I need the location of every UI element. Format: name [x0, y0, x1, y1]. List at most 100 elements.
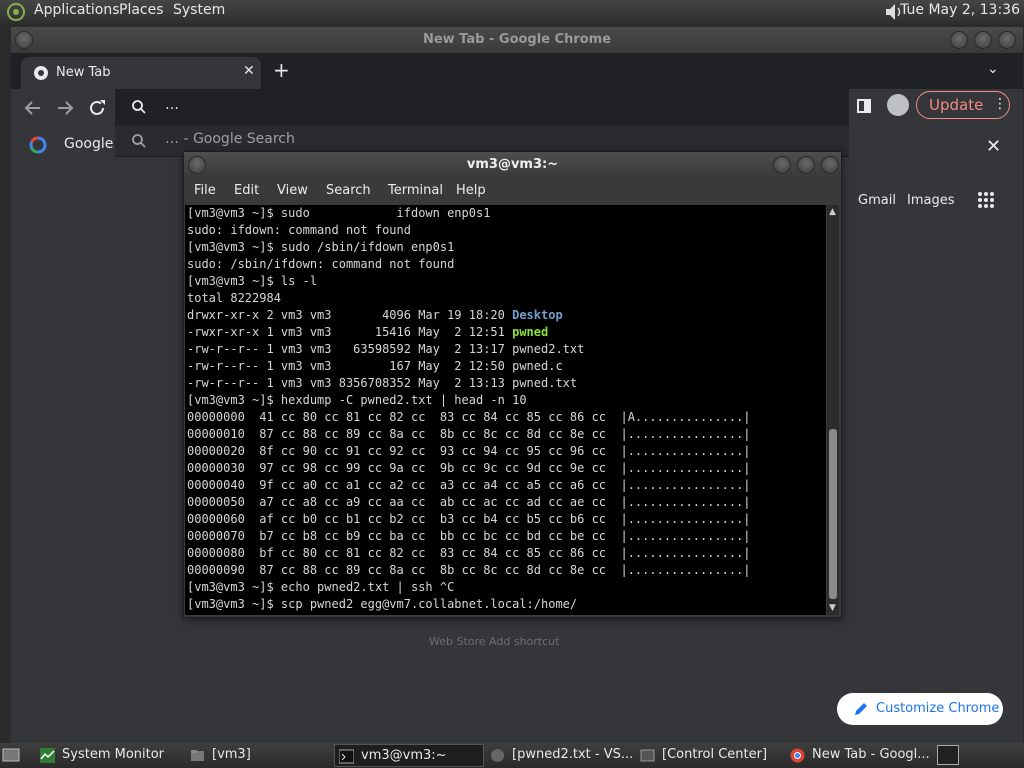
ls-row-meta: -rwxr-xr-x 1 vm3 vm3 15416 May 2 12:51	[187, 325, 513, 339]
terminal-line: [vm3@vm3 ~]$ echo pwned2.txt | ssh ^C	[187, 580, 455, 594]
terminal-line: sudo: /sbin/ifdown: command not found	[187, 257, 455, 271]
images-link[interactable]: Images	[907, 193, 955, 208]
google-favicon-icon	[29, 136, 47, 154]
terminal-close-button[interactable]	[821, 156, 839, 174]
terminal-minimize-button[interactable]	[773, 156, 791, 174]
hexdump-line: 00000040 9f cc a0 cc a1 cc a2 cc a3 cc a…	[187, 478, 751, 492]
ls-row: -rwxr-xr-x 1 vm3 vm3 15416 May 2 12:51 p…	[187, 324, 826, 341]
task-label: [vm3]	[212, 747, 251, 762]
address-bar-value: …	[165, 97, 179, 113]
new-tab-plus-icon[interactable]: +	[273, 60, 290, 80]
terminal-current-line: [vm3@vm3 ~]$ scp pwned2 egg@vm7.collabne…	[187, 597, 578, 611]
hexdump-line: 00000090 87 cc 88 cc 89 cc 8a cc 8b cc 8…	[187, 563, 751, 577]
system-menu[interactable]: System	[173, 2, 225, 18]
gmail-link[interactable]: Gmail	[858, 193, 896, 208]
ls-row-meta: -rw-r--r-- 1 vm3 vm3 8356708352 May 2 13…	[187, 376, 513, 390]
side-panel-icon[interactable]	[857, 99, 871, 113]
system-monitor-icon	[40, 748, 55, 763]
tab-close-icon[interactable]: ✕	[243, 63, 255, 79]
menu-file[interactable]: File	[194, 183, 216, 198]
hexdump-line: 00000030 97 cc 98 cc 99 cc 9a cc 9b cc 9…	[187, 461, 751, 475]
ls-row-meta: -rw-r--r-- 1 vm3 vm3 167 May 2 12:50	[187, 359, 513, 373]
profile-avatar-icon[interactable]	[887, 94, 909, 116]
workspace-switcher[interactable]	[937, 745, 959, 765]
ls-row-name: pwned.txt	[512, 376, 578, 390]
menu-terminal[interactable]: Terminal	[388, 183, 443, 198]
terminal-window-menu-button[interactable]	[188, 156, 206, 174]
hexdump-line: 00000080 bf cc 80 cc 81 cc 82 cc 83 cc 8…	[187, 546, 751, 560]
show-desktop-icon[interactable]	[2, 746, 20, 764]
task-label: vm3@vm3:~	[361, 748, 447, 763]
kebab-menu-icon[interactable]: ⋮	[993, 96, 1007, 112]
hexdump-line: 00000020 8f cc 90 cc 91 cc 92 cc 93 cc 9…	[187, 444, 751, 458]
task-vm3-folder[interactable]: [vm3]	[186, 744, 332, 767]
scrollbar-thumb[interactable]	[829, 429, 837, 599]
menu-edit[interactable]: Edit	[234, 183, 259, 198]
minimize-button[interactable]	[950, 31, 968, 49]
back-arrow-icon[interactable]	[21, 96, 45, 120]
terminal-window: vm3@vm3:~ File Edit View Search Terminal…	[183, 151, 842, 618]
hexdump-line: 00000000 41 cc 80 cc 81 cc 82 cc 83 cc 8…	[187, 410, 751, 424]
chrome-icon	[790, 748, 805, 763]
tab-search-chevron-icon[interactable]: ⌄	[987, 61, 999, 77]
clock[interactable]: Tue May 2, 13:36	[900, 2, 1020, 18]
dismiss-close-icon[interactable]: ✕	[986, 136, 1001, 157]
bottom-taskbar: System Monitor [vm3] vm3@vm3:~ [pwned2.t…	[0, 743, 1024, 768]
tab-label: New Tab	[56, 65, 111, 80]
top-panel: Applications Places System Tue May 2, 13…	[0, 0, 1024, 24]
close-window-button[interactable]	[998, 31, 1016, 49]
menu-search[interactable]: Search	[326, 183, 371, 198]
task-label: System Monitor	[62, 747, 165, 762]
suggestion-text: … - Google Search	[165, 131, 295, 147]
search-icon	[132, 100, 146, 114]
forward-arrow-icon[interactable]	[53, 96, 77, 120]
menu-help[interactable]: Help	[456, 183, 486, 198]
task-vscode-pwned2[interactable]: [pwned2.txt - VS...	[486, 744, 634, 767]
scroll-down-arrow-icon[interactable]: ▼	[829, 603, 836, 613]
ntp-shortcuts-partially-hidden[interactable]: Web Store Add shortcut	[429, 635, 559, 648]
terminal-maximize-button[interactable]	[797, 156, 815, 174]
ls-row-name: Desktop	[512, 308, 563, 322]
customize-chrome-label: Customize Chrome	[876, 701, 1000, 716]
google-apps-grid-icon[interactable]	[977, 191, 995, 209]
maximize-button[interactable]	[974, 31, 992, 49]
address-bar[interactable]: …	[115, 89, 849, 125]
hexdump-line: 00000050 a7 cc a8 cc a9 cc aa cc ab cc a…	[187, 495, 751, 509]
hexdump-line: 00000010 87 cc 88 cc 89 cc 8a cc 8b cc 8…	[187, 427, 751, 441]
update-label: Update	[929, 96, 984, 114]
search-icon	[132, 134, 146, 148]
terminal-scrollbar[interactable]: ▲ ▼	[827, 205, 839, 615]
scroll-up-arrow-icon[interactable]: ▲	[829, 207, 836, 217]
terminal-title-bar[interactable]: vm3@vm3:~	[184, 152, 841, 178]
terminal-menubar: File Edit View Search Terminal Help	[184, 178, 841, 204]
ls-row: -rw-r--r-- 1 vm3 vm3 63598592 May 2 13:1…	[187, 341, 826, 358]
terminal-line: [vm3@vm3 ~]$ sudo ifdown enp0s1	[187, 206, 491, 220]
terminal-line: total 8222984	[187, 291, 281, 305]
task-terminal[interactable]: vm3@vm3:~	[334, 744, 484, 767]
terminal-output[interactable]: [vm3@vm3 ~]$ sudo ifdown enp0s1 sudo: if…	[185, 205, 826, 615]
reload-icon[interactable]	[85, 96, 109, 120]
chrome-favicon-icon	[34, 66, 48, 80]
task-system-monitor[interactable]: System Monitor	[36, 744, 182, 767]
ls-row-meta: drwxr-xr-x 2 vm3 vm3 4096 Mar 19 18:20	[187, 308, 513, 322]
task-label: New Tab - Googl...	[812, 747, 930, 762]
ls-row-name: pwned.c	[512, 359, 563, 373]
ls-row-name: pwned2.txt	[512, 342, 585, 356]
chrome-title-bar[interactable]: New Tab - Google Chrome	[11, 27, 1023, 53]
bookmark-google-label: Google	[64, 136, 114, 152]
menu-view[interactable]: View	[277, 183, 308, 198]
task-label: [pwned2.txt - VS...	[512, 747, 634, 762]
places-menu[interactable]: Places	[119, 2, 164, 18]
hexdump-line: 00000070 b7 cc b8 cc b9 cc ba cc bb cc b…	[187, 529, 751, 543]
ls-row-meta: -rw-r--r-- 1 vm3 vm3 63598592 May 2 13:1…	[187, 342, 513, 356]
tab-new-tab[interactable]: New Tab ✕	[21, 57, 261, 89]
update-button[interactable]: Update ⋮	[916, 91, 1010, 119]
task-control-center[interactable]: [Control Center]	[636, 744, 782, 767]
customize-chrome-button[interactable]: Customize Chrome	[837, 693, 1003, 725]
task-chrome[interactable]: New Tab - Googl...	[786, 744, 932, 767]
folder-icon	[191, 750, 204, 761]
window-menu-button[interactable]	[15, 31, 33, 49]
terminal-icon	[339, 749, 354, 764]
applications-menu[interactable]: Applications	[34, 2, 120, 18]
mate-logo-icon[interactable]	[6, 2, 26, 22]
